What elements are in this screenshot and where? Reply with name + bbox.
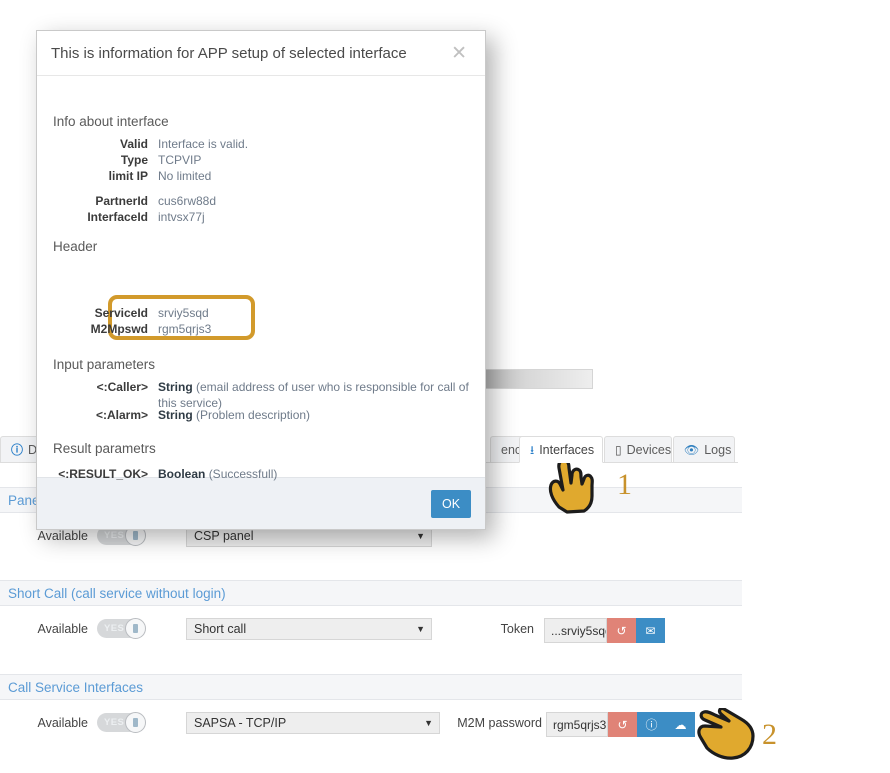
toggle-state-label: YES bbox=[104, 717, 125, 728]
section-header-short-call: Short Call (call service without login) bbox=[0, 580, 742, 606]
info-circle-icon: ⓘ bbox=[645, 718, 658, 732]
m2m-password-value[interactable]: rgm5qrjs3 bbox=[546, 712, 608, 737]
section-body-short-call: Available YES Short call ▼ Token ...srvi… bbox=[0, 606, 742, 658]
tab-devices[interactable]: ▯ Devices bbox=[604, 436, 672, 463]
refresh-password-button[interactable]: ↺ bbox=[608, 712, 637, 737]
row-limit-ip-key: limit IP bbox=[108, 169, 148, 183]
row-valid: Valid Interface is valid. bbox=[53, 136, 248, 152]
group-title-info-about-interface: Info about interface bbox=[53, 114, 169, 129]
row-partner-id: PartnerId cus6rw88d bbox=[53, 193, 216, 209]
row-partner-id-key: PartnerId bbox=[95, 194, 148, 208]
available-toggle-call-service[interactable]: YES bbox=[97, 711, 146, 733]
info-password-button[interactable]: ⓘ bbox=[637, 712, 666, 737]
token-value[interactable]: ...srviy5sqdbpn9nj bbox=[544, 618, 607, 643]
tab-devices-label: Devices bbox=[626, 442, 672, 457]
toggle-state-label: YES bbox=[104, 623, 125, 634]
token-input-group: ...srviy5sqdbpn9nj ↺ ✉ bbox=[544, 618, 665, 643]
row-result-ok-type: Boolean bbox=[158, 467, 206, 481]
group-title-input-parameters: Input parameters bbox=[53, 357, 156, 372]
row-service-id: ServiceId srviy5sqd bbox=[53, 305, 209, 321]
obscured-text-input[interactable] bbox=[483, 369, 593, 389]
envelope-icon: ✉ bbox=[645, 623, 656, 638]
row-m2m-pswd-value: rgm5qrjs3 bbox=[158, 322, 212, 336]
available-label-short-call: Available bbox=[37, 622, 88, 636]
interface-type-select[interactable]: SAPSA - TCP/IP ▼ bbox=[186, 712, 440, 734]
row-alarm-key: <:Alarm> bbox=[95, 408, 148, 422]
row-interface-id-value: intvsx77j bbox=[158, 210, 205, 224]
row-type-key: Type bbox=[120, 153, 148, 167]
row-valid-value: Interface is valid. bbox=[158, 137, 249, 151]
row-result-ok-key: <:RESULT_OK> bbox=[58, 467, 148, 481]
row-alarm: <:Alarm> String (Problem description) bbox=[53, 407, 471, 423]
available-label-panel: Available bbox=[37, 529, 88, 543]
refresh-icon: ↺ bbox=[617, 717, 628, 732]
row-interface-id-key: InterfaceId bbox=[87, 210, 148, 224]
mobile-device-icon: ▯ bbox=[615, 442, 622, 457]
close-icon[interactable]: ✕ bbox=[447, 42, 471, 65]
row-result-ok-desc: (Successfull) bbox=[208, 467, 278, 481]
section-title-short-call: Short Call (call service without login) bbox=[8, 585, 226, 601]
chevron-down-icon: ▼ bbox=[416, 624, 425, 634]
row-type: Type TCPVIP bbox=[53, 152, 201, 168]
row-service-id-value: srviy5sqd bbox=[158, 306, 209, 320]
short-call-type-select[interactable]: Short call ▼ bbox=[186, 618, 432, 640]
ok-button[interactable]: OK bbox=[431, 489, 471, 518]
row-alarm-desc: (Problem description) bbox=[196, 408, 311, 422]
refresh-icon: ↺ bbox=[616, 623, 627, 638]
refresh-token-button[interactable]: ↺ bbox=[607, 618, 636, 643]
cloud-download-icon: ☁ bbox=[674, 717, 687, 732]
chevron-down-icon: ▼ bbox=[416, 531, 425, 541]
section-header-call-service-interfaces: Call Service Interfaces bbox=[0, 674, 742, 700]
download-icon: ⭳ bbox=[530, 442, 535, 457]
tab-interfaces[interactable]: ⭳ Interfaces bbox=[519, 436, 603, 463]
toggle-knob bbox=[125, 617, 146, 639]
tab-interfaces-label: Interfaces bbox=[539, 442, 595, 457]
interface-type-value: SAPSA - TCP/IP bbox=[194, 716, 287, 730]
row-interface-id: InterfaceId intvsx77j bbox=[53, 209, 205, 225]
panel-type-value: CSP panel bbox=[194, 529, 254, 543]
section-title-call-service-interfaces: Call Service Interfaces bbox=[8, 679, 144, 695]
toggle-state-label: YES bbox=[104, 530, 125, 541]
group-title-result-parametrs: Result parametrs bbox=[53, 441, 156, 456]
section-body-call-service-interfaces: Available YES SAPSA - TCP/IP ▼ M2M passw… bbox=[0, 700, 742, 756]
row-limit-ip-value: No limited bbox=[158, 169, 212, 183]
email-token-button[interactable]: ✉ bbox=[636, 618, 665, 643]
chevron-down-icon: ▼ bbox=[424, 718, 433, 728]
row-service-id-key: ServiceId bbox=[94, 306, 148, 320]
row-partner-id-value: cus6rw88d bbox=[158, 194, 217, 208]
info-circle-icon: ⓘ bbox=[11, 442, 24, 457]
modal-header: This is information for APP setup of sel… bbox=[37, 31, 485, 76]
row-limit-ip: limit IP No limited bbox=[53, 168, 212, 184]
row-type-value: TCPVIP bbox=[158, 153, 202, 167]
interface-info-modal: This is information for APP setup of sel… bbox=[36, 30, 486, 530]
row-caller-type: String bbox=[158, 380, 193, 394]
row-result-ok: <:RESULT_OK> Boolean (Successfull) bbox=[53, 466, 471, 482]
tab-logs-label: Logs bbox=[704, 442, 732, 457]
modal-body: Info about interface Valid Interface is … bbox=[37, 76, 485, 481]
m2m-password-label: M2M password bbox=[457, 716, 542, 730]
modal-title: This is information for APP setup of sel… bbox=[51, 44, 407, 62]
tab-logs[interactable]: 👁 Logs bbox=[673, 436, 735, 463]
row-m2m-pswd-key: M2Mpswd bbox=[90, 322, 148, 336]
row-caller-desc: (email address of user who is responsibl… bbox=[158, 380, 469, 410]
marker-number-1: 1 bbox=[617, 468, 632, 501]
download-password-button[interactable]: ☁ bbox=[666, 712, 695, 737]
toggle-knob bbox=[125, 711, 146, 733]
row-valid-key: Valid bbox=[119, 137, 148, 151]
group-title-header: Header bbox=[53, 239, 98, 254]
row-alarm-type: String bbox=[158, 408, 193, 422]
available-label-call-service: Available bbox=[37, 716, 88, 730]
eye-icon: 👁 bbox=[684, 442, 700, 457]
token-label: Token bbox=[500, 622, 534, 636]
marker-number-2: 2 bbox=[762, 718, 777, 751]
m2m-password-input-group: rgm5qrjs3 ↺ ⓘ ☁ bbox=[546, 712, 695, 737]
available-toggle-short-call[interactable]: YES bbox=[97, 617, 146, 639]
short-call-type-value: Short call bbox=[194, 622, 247, 636]
modal-footer: OK bbox=[37, 477, 485, 529]
row-m2m-pswd: M2Mpswd rgm5qrjs3 bbox=[53, 321, 212, 337]
